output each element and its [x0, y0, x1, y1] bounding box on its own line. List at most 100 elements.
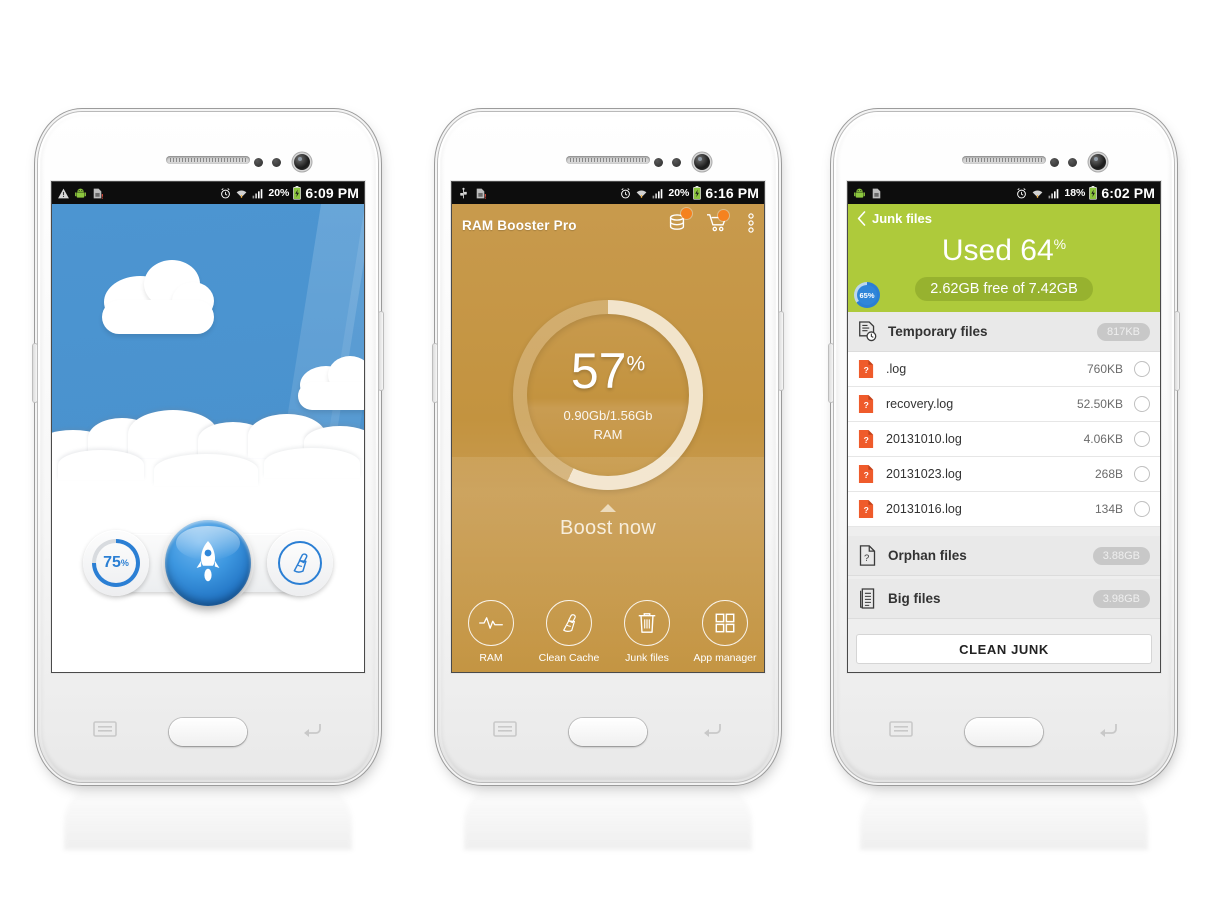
lines-document-icon	[860, 588, 875, 609]
boost-rocket-button[interactable]	[165, 520, 251, 606]
file-checkbox[interactable]	[1134, 396, 1150, 412]
ram-usage-text: 0.90Gb/1.56Gb	[563, 408, 653, 424]
back-key[interactable]	[298, 720, 324, 738]
screen-ram-booster[interactable]: 20% 6:16 PM RAM Booster Pro 57% 0.90Gb/1…	[452, 182, 764, 672]
phone-junk-files: 18% 6:02 PM Junk files Used 64% 2.62GB f…	[829, 112, 1179, 850]
front-camera-icon	[1090, 154, 1106, 170]
file-name: .log	[886, 362, 907, 376]
nav-item-junk-files[interactable]: Junk files	[608, 600, 686, 664]
wallpaper-sky: 75%	[52, 204, 364, 672]
power-button[interactable]	[1175, 312, 1179, 390]
storage-button[interactable]	[666, 207, 692, 239]
nav-circle	[624, 600, 670, 646]
unknown-file-icon: ?	[858, 430, 874, 448]
screen-junk-files[interactable]: 18% 6:02 PM Junk files Used 64% 2.62GB f…	[848, 182, 1160, 672]
volume-button[interactable]	[433, 344, 437, 402]
ram-percent-value: 57	[570, 342, 627, 399]
volume-button[interactable]	[829, 344, 833, 402]
status-left-icons	[57, 187, 104, 200]
svg-text:?: ?	[864, 365, 869, 375]
svg-text:?: ?	[864, 553, 869, 564]
android-icon	[75, 188, 86, 198]
file-checkbox[interactable]	[1134, 361, 1150, 377]
group-orphan-files[interactable]: ? Orphan files 3.88GB	[848, 536, 1160, 576]
light-sensor-icon	[672, 158, 681, 167]
clean-cache-button[interactable]	[267, 530, 333, 596]
chevron-left-icon[interactable]	[857, 210, 866, 226]
table-row[interactable]: ? 20131010.log 4.06KB	[848, 422, 1160, 457]
ram-gauge[interactable]: 57% 0.90Gb/1.56Gb RAM	[513, 300, 703, 490]
menu-key[interactable]	[92, 720, 118, 738]
battery-percent: 18%	[1064, 187, 1086, 199]
document-clock-icon	[859, 321, 877, 342]
table-row[interactable]: ? 20131023.log 268B	[848, 457, 1160, 492]
status-right-icons: 20% 6:09 PM	[219, 185, 359, 201]
table-row[interactable]: ? 20131016.log 134B	[848, 492, 1160, 527]
power-button[interactable]	[779, 312, 783, 390]
unknown-file-icon: ?	[858, 395, 874, 413]
front-camera-icon	[694, 154, 710, 170]
file-checkbox[interactable]	[1134, 466, 1150, 482]
home-button[interactable]	[569, 718, 647, 746]
earpiece-speaker	[166, 156, 250, 164]
proximity-sensor-icon	[254, 158, 263, 167]
nav-label: App manager	[693, 652, 757, 664]
cart-button[interactable]	[706, 209, 730, 239]
signal-icon	[1048, 188, 1059, 198]
file-checkbox[interactable]	[1134, 501, 1150, 517]
wifi-icon	[636, 189, 647, 198]
overflow-menu-icon	[748, 212, 754, 233]
table-row[interactable]: ? recovery.log 52.50KB	[848, 387, 1160, 422]
phone-launcher: 20% 6:09 PM 75 %	[33, 112, 383, 850]
ram-usage-button[interactable]: 75%	[83, 530, 149, 596]
screen-launcher[interactable]: 20% 6:09 PM 75 %	[52, 182, 364, 672]
menu-key[interactable]	[492, 720, 518, 738]
volume-button[interactable]	[33, 344, 37, 402]
group-temporary-files[interactable]: Temporary files 817KB	[848, 312, 1160, 352]
broom-icon-wrap	[278, 541, 322, 585]
percent-symbol: %	[120, 558, 129, 568]
nav-item-clean-cache[interactable]: Clean Cache	[530, 600, 608, 664]
clean-junk-button[interactable]: CLEAN JUNK	[856, 634, 1152, 664]
nav-circle	[702, 600, 748, 646]
booster-widget: 75%	[83, 520, 333, 606]
used-percent: Used 64%	[942, 234, 1066, 268]
earpiece-speaker	[962, 156, 1046, 164]
page-title: Junk files	[872, 210, 932, 226]
caret-up-icon	[600, 504, 616, 512]
unknown-file-icon: ?	[858, 465, 874, 483]
home-button[interactable]	[169, 718, 247, 746]
title-bar: Junk files	[848, 204, 1160, 232]
nav-item-ram[interactable]: RAM	[452, 600, 530, 664]
wifi-icon	[1032, 189, 1043, 198]
signal-icon	[652, 188, 663, 198]
overflow-menu-button[interactable]	[748, 212, 754, 239]
trash-icon	[638, 613, 656, 633]
home-button[interactable]	[965, 718, 1043, 746]
status-bar: 18% 6:02 PM	[848, 182, 1160, 204]
file-size: 268B	[1094, 467, 1123, 481]
warning-icon	[58, 188, 69, 198]
menu-key[interactable]	[888, 720, 914, 738]
table-row[interactable]: ? .log 760KB	[848, 352, 1160, 387]
nav-item-app-manager[interactable]: App manager	[686, 600, 764, 664]
svg-text:?: ?	[864, 470, 869, 480]
file-checkbox[interactable]	[1134, 431, 1150, 447]
light-sensor-icon	[272, 158, 281, 167]
nav-label: RAM	[479, 652, 503, 664]
phone-reflection	[464, 780, 752, 850]
back-key[interactable]	[698, 720, 724, 738]
group-big-files[interactable]: Big files 3.98GB	[848, 579, 1160, 619]
boost-now-action[interactable]: Boost now	[452, 504, 764, 540]
power-button[interactable]	[379, 312, 383, 390]
percent-symbol: %	[626, 352, 646, 376]
group-size: 817KB	[1096, 322, 1150, 341]
clock: 6:02 PM	[1101, 185, 1155, 201]
sim-card-icon	[93, 188, 103, 199]
back-key[interactable]	[1094, 720, 1120, 738]
status-right-icons: 18% 6:02 PM	[1015, 185, 1155, 201]
ram-gauge-text: 57% 0.90Gb/1.56Gb RAM	[513, 300, 703, 490]
junk-files-screen: Junk files Used 64% 2.62GB free of 7.42G…	[848, 204, 1160, 672]
status-bar: 20% 6:09 PM	[52, 182, 364, 204]
file-name: 20131010.log	[886, 432, 962, 446]
